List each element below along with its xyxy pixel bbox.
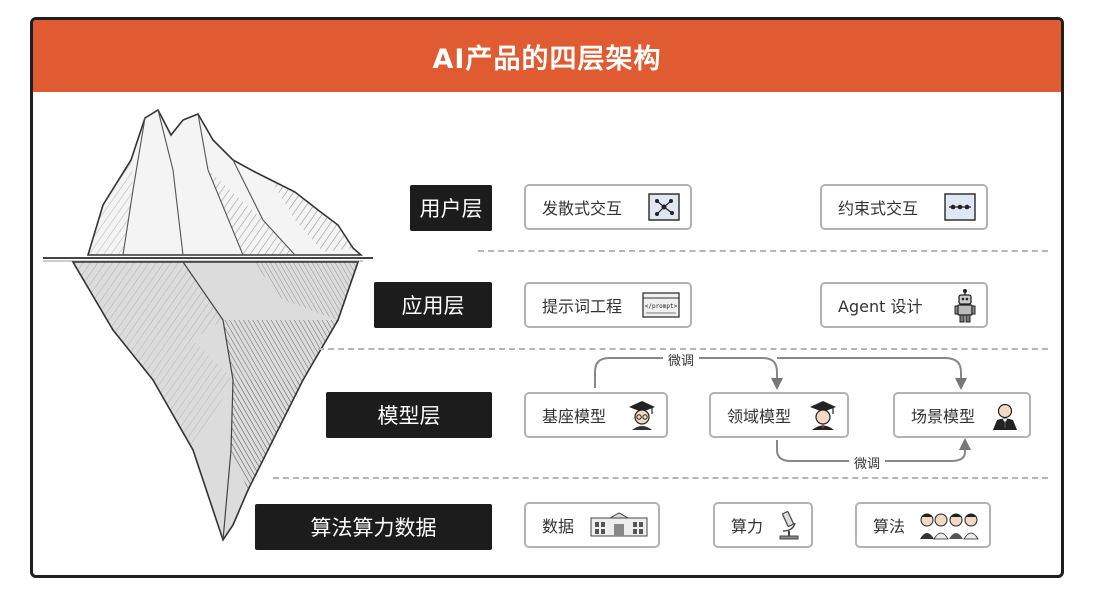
waterline-separator	[478, 250, 1048, 252]
robot-icon	[954, 287, 976, 323]
layer-label-text: 模型层	[377, 404, 441, 428]
card-label: 场景模型	[911, 407, 976, 426]
graduate-cap-glasses-icon	[628, 399, 656, 431]
card-label: 算法	[873, 517, 906, 536]
network-graph-icon	[648, 193, 680, 221]
card-compute: 算力	[713, 502, 813, 548]
card-divergent-interaction: 发散式交互	[524, 184, 692, 230]
people-group-icon	[919, 510, 979, 540]
layer-label-text: 算法算力数据	[310, 516, 437, 540]
card-data: 数据	[524, 502, 660, 548]
layer-label-foundation: 算法算力数据	[255, 504, 492, 550]
card-domain-model: 领域模型	[709, 392, 849, 438]
graduate-cap-icon	[809, 399, 837, 431]
building-icon	[590, 512, 648, 538]
fine-tune-label-bottom: 微调	[849, 453, 886, 472]
layer-label-text: 应用层	[401, 294, 465, 318]
card-base-model: 基座模型	[524, 392, 668, 438]
card-scene-model: 场景模型	[893, 392, 1031, 438]
microscope-icon	[777, 509, 801, 541]
card-label: 发散式交互	[542, 199, 623, 218]
architecture-frame: AI产品的四层架构 用户层 应用层 模型层 算法算力数据 发散式交互 约束式交互…	[30, 17, 1064, 578]
card-agent-design: Agent 设计	[820, 282, 988, 328]
card-label: 提示词工程	[542, 297, 623, 316]
layer-label-text: 用户层	[419, 197, 483, 221]
card-label: 约束式交互	[838, 199, 919, 218]
businessman-icon	[991, 399, 1019, 431]
layer-label-application: 应用层	[374, 282, 492, 328]
card-label: 领域模型	[727, 407, 792, 426]
linear-flow-icon	[944, 193, 976, 221]
card-label: 数据	[542, 517, 575, 536]
card-constrained-interaction: 约束式交互	[820, 184, 988, 230]
card-algorithm: 算法	[855, 502, 991, 548]
separator-3	[273, 477, 1048, 479]
card-prompt-engineering: 提示词工程 </prompt>	[524, 282, 692, 328]
fine-tune-label-top: 微调	[663, 350, 700, 369]
card-label: 基座模型	[542, 407, 607, 426]
card-label: Agent 设计	[838, 297, 923, 316]
layer-label-user: 用户层	[410, 185, 492, 231]
prompt-window-icon: </prompt>	[642, 291, 680, 319]
card-label: 算力	[731, 517, 764, 536]
layer-label-model: 模型层	[326, 392, 492, 438]
prompt-icon-text: </prompt>	[645, 303, 678, 310]
